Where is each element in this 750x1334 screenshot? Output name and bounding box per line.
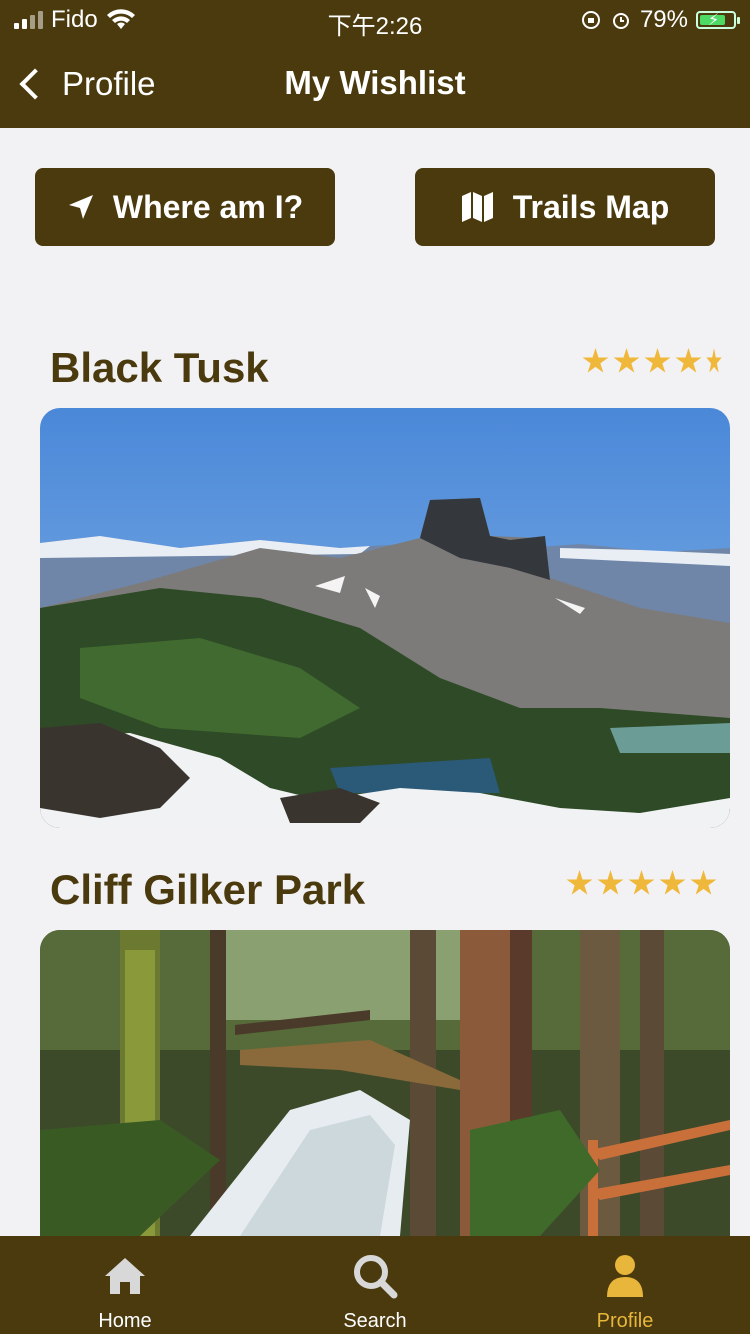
- rating-stars: [582, 348, 722, 375]
- person-icon: [607, 1255, 643, 1297]
- tab-bar: Home Search Profile: [0, 1236, 750, 1334]
- star-icon: [582, 348, 609, 373]
- search-icon: [354, 1255, 398, 1299]
- star-icon: [613, 348, 640, 373]
- rating-stars: [566, 870, 717, 897]
- where-am-i-label: Where am I?: [112, 188, 304, 225]
- trail-title[interactable]: Black Tusk: [50, 344, 269, 392]
- battery-icon: ⚡: [696, 11, 740, 29]
- status-bar: Fido 下午2:26 79% ⚡: [0, 0, 750, 40]
- star-icon: [690, 870, 717, 895]
- tab-home-label: Home: [98, 1310, 152, 1332]
- battery-percent: 79%: [639, 6, 688, 33]
- orientation-lock-icon: [581, 11, 600, 29]
- trail-title[interactable]: Cliff Gilker Park: [50, 866, 365, 914]
- star-icon: [628, 870, 655, 895]
- where-am-i-button[interactable]: Where am I?: [35, 168, 335, 246]
- star-icon: [597, 870, 624, 895]
- tab-search-label: Search: [343, 1310, 407, 1332]
- location-arrow-icon: [68, 195, 93, 219]
- star-icon: [659, 870, 686, 895]
- status-right: 79% ⚡: [580, 6, 740, 34]
- trail-photo[interactable]: [40, 930, 730, 1236]
- star-icon: [675, 348, 702, 373]
- alarm-icon: [612, 13, 629, 29]
- trails-map-label: Trails Map: [512, 188, 670, 225]
- trail-photo[interactable]: [40, 408, 730, 828]
- navigation-bar: Profile My Wishlist: [0, 40, 750, 128]
- page-title: My Wishlist: [284, 64, 466, 101]
- map-icon: [461, 192, 493, 222]
- tab-home[interactable]: Home: [0, 1236, 250, 1334]
- half-star-icon: [706, 348, 722, 373]
- tab-search[interactable]: Search: [250, 1236, 500, 1334]
- home-icon: [105, 1258, 145, 1294]
- tab-profile[interactable]: Profile: [500, 1236, 750, 1334]
- star-icon: [566, 870, 593, 895]
- trails-map-button[interactable]: Trails Map: [415, 168, 715, 246]
- tab-profile-label: Profile: [596, 1310, 654, 1332]
- star-icon: [644, 348, 671, 373]
